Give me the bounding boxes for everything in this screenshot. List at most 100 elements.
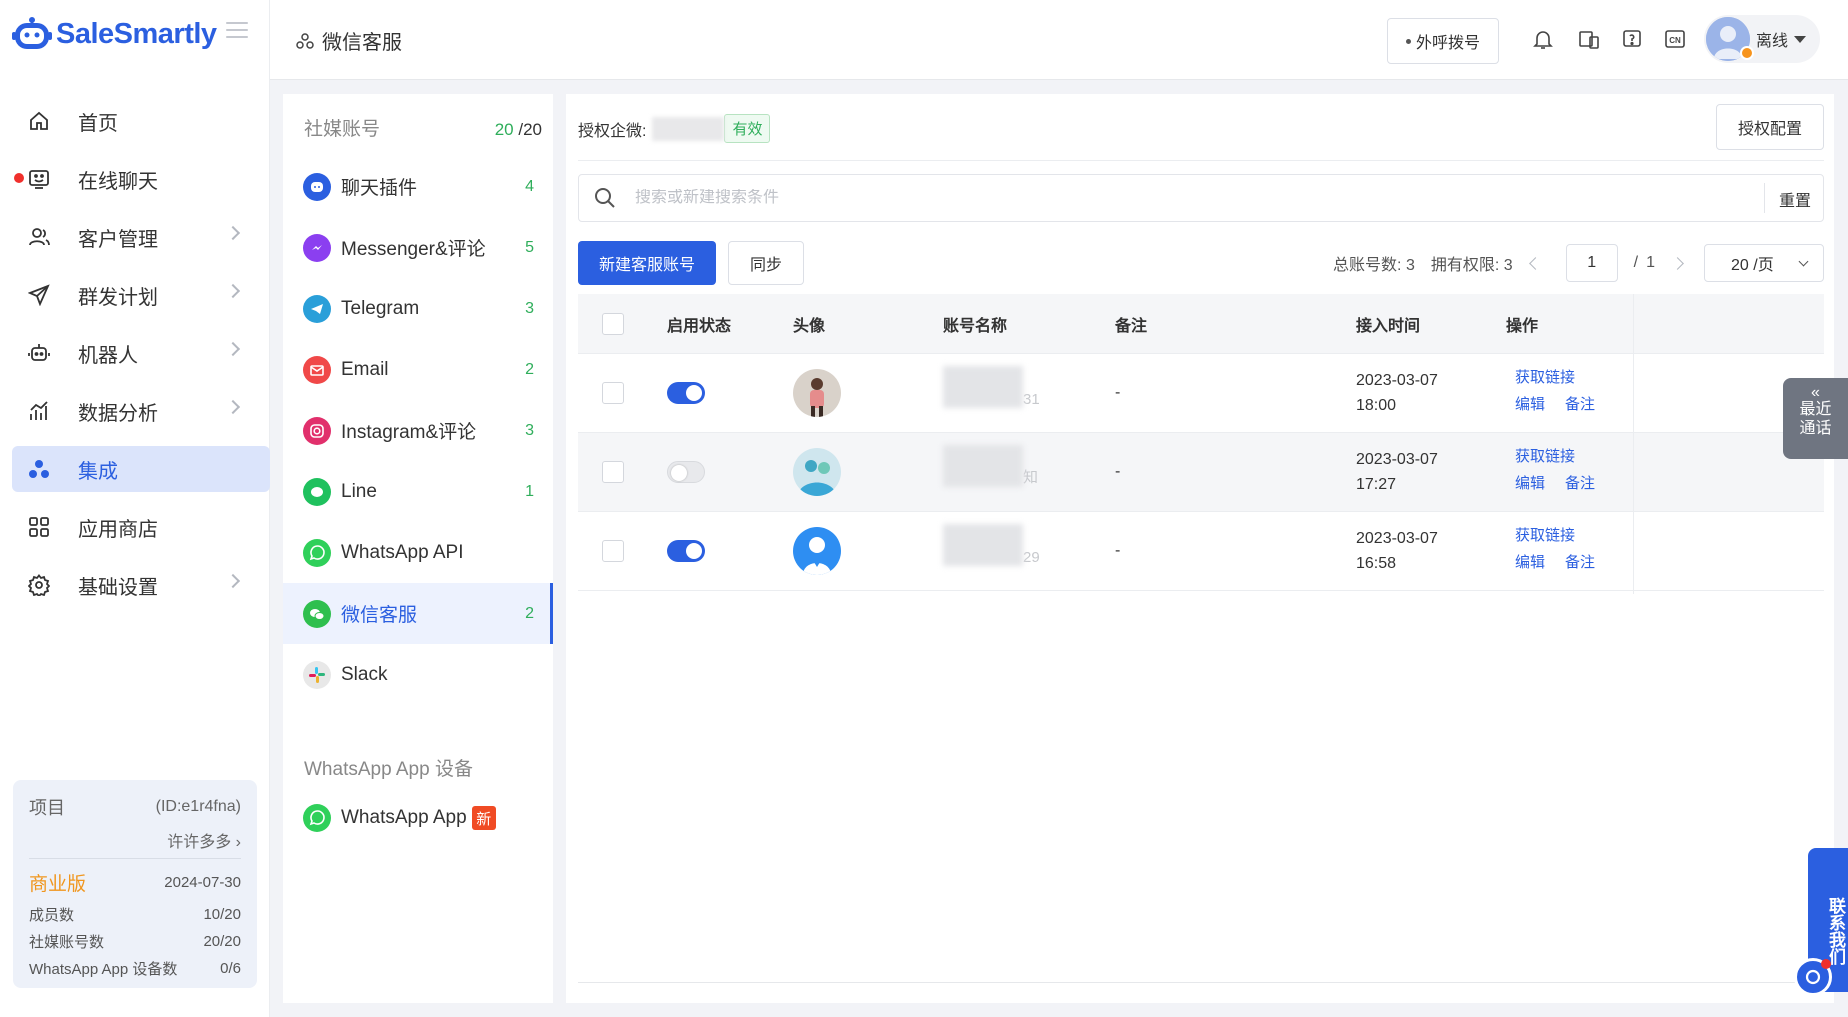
sync-button[interactable]: 同步 (728, 241, 804, 285)
settings-icon (26, 572, 52, 598)
enable-toggle[interactable] (667, 382, 705, 404)
outbound-call-button[interactable]: 外呼拨号 (1387, 18, 1499, 64)
search-input[interactable] (635, 189, 1695, 207)
auth-status-badge: 有效 (724, 114, 771, 143)
row-checkbox[interactable] (602, 461, 624, 483)
devices-icon[interactable] (1576, 26, 1602, 52)
access-date: 2023-03-07 (1356, 372, 1438, 389)
user-menu[interactable]: 离线 (1704, 15, 1820, 63)
select-all-checkbox[interactable] (602, 312, 624, 335)
row-checkbox[interactable] (602, 540, 624, 562)
channel-item[interactable]: WhatsApp API (283, 522, 553, 583)
nav-item-robot[interactable]: 机器人 (12, 330, 270, 376)
nav-item-settings[interactable]: 基础设置 (12, 562, 270, 608)
nav-label: 首页 (78, 112, 118, 135)
page-title: 微信客服 (296, 26, 402, 55)
nav-item-chat[interactable]: 在线聊天 (12, 156, 270, 202)
wechat-icon (303, 599, 331, 628)
channel-item[interactable]: Messenger&评论 5 (283, 217, 553, 278)
actions-column-divider (1633, 294, 1634, 594)
avatar-woman-icon (793, 369, 841, 417)
notification-dot (1821, 959, 1831, 969)
edit-button[interactable]: 编辑 (1515, 475, 1545, 492)
channel-count-badge: 3 (525, 299, 534, 317)
stat-value: 10/20 (203, 906, 241, 923)
page-size-select[interactable]: 20 /页 (1704, 244, 1824, 282)
edit-button[interactable]: 编辑 (1515, 396, 1545, 413)
nav-item-broadcast[interactable]: 群发计划 (12, 272, 270, 318)
channel-item[interactable]: Line 1 (283, 461, 553, 522)
channel-item[interactable]: 聊天插件 4 (283, 156, 553, 217)
note-value: - (1115, 384, 1121, 401)
page-separator: / (1633, 254, 1639, 271)
project-owner[interactable]: 许许多多 › (29, 828, 241, 859)
total-accounts: 总账号数: 3 (1333, 257, 1415, 274)
language-icon[interactable]: CN (1662, 26, 1688, 52)
auth-info: 授权企微: 有效 (578, 114, 771, 143)
language-badge-text: CN (1669, 36, 1681, 45)
new-account-button[interactable]: 新建客服账号 (578, 241, 716, 285)
enable-toggle[interactable] (667, 540, 705, 562)
access-time: 2023-03-07 16:58 (1356, 526, 1438, 576)
channel-count-badge: 2 (525, 360, 534, 378)
auth-label: 授权企微: (578, 122, 647, 140)
account-name: 31 (943, 366, 1040, 408)
account-name: 29 (943, 524, 1040, 566)
access-time: 2023-03-07 18:00 (1356, 368, 1438, 418)
nav-label: 在线聊天 (78, 170, 158, 193)
table-row: 29 - 2023-03-07 16:58 获取链接 编辑 备注 (578, 512, 1824, 591)
channel-panel-title: 社媒账号 (304, 119, 381, 140)
caret-down-icon (1794, 35, 1807, 43)
row-checkbox[interactable] (602, 382, 624, 404)
collapse-menu-icon[interactable] (226, 22, 248, 38)
note-button[interactable]: 备注 (1565, 554, 1595, 571)
help-icon[interactable] (1619, 26, 1645, 52)
note-button[interactable]: 备注 (1565, 475, 1595, 492)
next-page-icon[interactable] (1671, 256, 1684, 270)
channel-panel: 社媒账号 20 /20 聊天插件 4 Messenger&评论 5 Telegram 3 E… (283, 94, 553, 1003)
channel-label: Messenger&评论 (341, 239, 486, 260)
enable-toggle[interactable] (667, 461, 705, 483)
home-icon (26, 108, 52, 134)
channel-item[interactable]: Slack (283, 644, 553, 705)
channel-item[interactable]: 微信客服 2 (283, 583, 553, 644)
channel-item[interactable]: Email 2 (283, 339, 553, 400)
auth-config-button[interactable]: 授权配置 (1716, 104, 1824, 150)
nav-label: 数据分析 (78, 402, 158, 425)
nav-item-appstore[interactable]: 应用商店 (12, 504, 270, 550)
page-number-input[interactable]: 1 (1565, 244, 1618, 282)
channel-label: 微信客服 (341, 605, 418, 626)
line-icon (303, 477, 331, 506)
chevron-right-icon (225, 341, 241, 357)
channel-item[interactable]: Telegram 3 (283, 278, 553, 339)
chevron-right-icon (225, 225, 241, 241)
nav-item-customers[interactable]: 客户管理 (12, 214, 270, 260)
note-button[interactable]: 备注 (1565, 396, 1595, 413)
channel-item[interactable]: Instagram&评论 3 (283, 400, 553, 461)
prev-page-icon[interactable] (1528, 256, 1542, 270)
chevron-right-icon (225, 399, 241, 415)
chat-bubble-icon[interactable] (1794, 958, 1832, 996)
get-link-button[interactable]: 获取链接 (1515, 443, 1595, 470)
nav-item-home[interactable]: 首页 (12, 98, 270, 144)
access-date: 2023-03-07 (1356, 451, 1438, 468)
left-sidebar: SaleSmartly 首页 在线聊天 客户管理 群发计划 机器人 数据分析 集… (0, 0, 270, 1017)
bell-icon[interactable] (1530, 26, 1556, 52)
column-header: 启用状态 (667, 317, 732, 335)
recent-calls-tab[interactable]: « 最近 通话 (1783, 378, 1848, 459)
get-link-button[interactable]: 获取链接 (1515, 364, 1595, 391)
column-header: 备注 (1115, 317, 1148, 335)
telegram-icon (303, 294, 331, 323)
logo[interactable]: SaleSmartly (12, 14, 217, 54)
divider (578, 982, 1824, 983)
stat-value: 0/6 (220, 960, 241, 977)
nav-item-analytics[interactable]: 数据分析 (12, 388, 270, 434)
edit-button[interactable]: 编辑 (1515, 554, 1545, 571)
reset-button[interactable]: 重置 (1763, 183, 1823, 213)
integration-small-icon (296, 32, 314, 49)
nav-item-integration[interactable]: 集成 (12, 446, 270, 492)
get-link-button[interactable]: 获取链接 (1515, 522, 1595, 549)
channel-item-whatsapp-app[interactable]: WhatsApp App 新 (303, 804, 496, 832)
channel-list: 聊天插件 4 Messenger&评论 5 Telegram 3 Email 2 Instagr… (283, 156, 553, 705)
channel-count: 20 /20 (494, 120, 542, 139)
